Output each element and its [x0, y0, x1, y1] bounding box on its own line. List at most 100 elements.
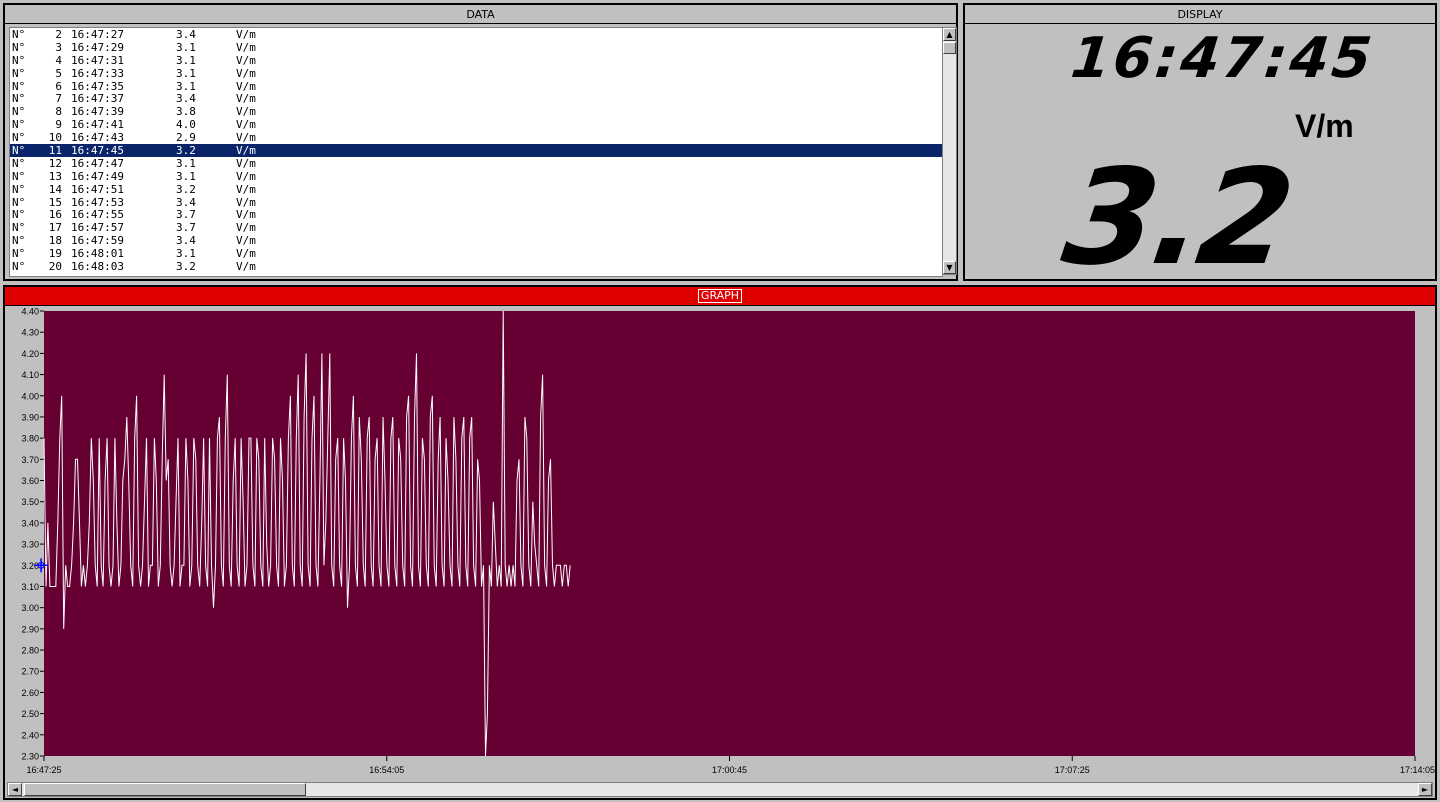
row-value: 3.4 [176, 28, 196, 41]
data-vertical-scrollbar[interactable]: ▲ ▼ [942, 27, 957, 275]
list-item[interactable]: N° 14 16:47:51 3.2 V/m [10, 183, 942, 196]
y-tick-label: 2.30 [21, 752, 39, 762]
row-unit: V/m [236, 208, 256, 222]
row-prefix: N° [12, 40, 26, 54]
row-time: 16:47:33 [71, 66, 124, 80]
x-tick-label: 16:47:25 [26, 765, 61, 775]
list-item[interactable]: N° 6 16:47:35 3.1 V/m [10, 80, 942, 93]
list-item[interactable]: N° 8 16:47:39 3.8 V/m [10, 105, 942, 118]
y-tick-label: 2.90 [21, 624, 39, 634]
row-prefix: N° [12, 28, 26, 41]
list-item[interactable]: N° 20 16:48:03 3.2 V/m [10, 260, 942, 273]
list-item[interactable]: N° 11 16:47:45 3.2 V/m [10, 144, 942, 157]
display-time: 16:47:45 [1068, 26, 1377, 91]
y-tick-label: 2.60 [21, 688, 39, 698]
y-tick-label: 3.30 [21, 540, 39, 550]
scroll-down-icon[interactable]: ▼ [943, 261, 956, 274]
row-time: 16:47:55 [71, 208, 124, 222]
display-value: 3.2 [1055, 142, 1298, 279]
row-index: 20 [48, 260, 62, 274]
row-value: 3.8 [176, 105, 196, 119]
row-index: 7 [55, 92, 62, 106]
display-area: 16:47:45 V/m 3.2 [965, 25, 1435, 295]
row-index: 14 [48, 182, 62, 196]
row-index: 17 [48, 221, 62, 235]
y-tick-label: 4.40 [21, 307, 39, 317]
list-item[interactable]: N° 2 16:47:27 3.4 V/m [10, 28, 942, 41]
y-tick-label: 3.90 [21, 412, 39, 422]
list-item[interactable]: N° 7 16:47:37 3.4 V/m [10, 92, 942, 106]
row-time: 16:48:03 [71, 260, 124, 274]
y-tick-label: 3.80 [21, 434, 39, 444]
scroll-up-icon[interactable]: ▲ [943, 28, 956, 41]
y-axis: 4.40 4.30 4.20 4.10 4.00 3.90 3.80 3.70 3.60 3.50… [21, 307, 44, 762]
row-prefix: N° [12, 66, 26, 80]
scroll-left-icon[interactable]: ◄ [8, 783, 22, 796]
row-value: 3.1 [176, 156, 196, 170]
row-time: 16:48:01 [71, 247, 124, 261]
list-item[interactable]: N° 18 16:47:59 3.4 V/m [10, 234, 942, 247]
row-time: 16:47:29 [71, 40, 124, 54]
row-index: 2 [55, 28, 62, 41]
row-index: 3 [55, 40, 62, 54]
row-unit: V/m [236, 169, 256, 183]
row-prefix: N° [12, 234, 26, 248]
y-tick-label: 3.60 [21, 476, 39, 486]
plot-area [44, 311, 1415, 756]
y-tick-label: 3.50 [21, 497, 39, 507]
display-panel: DISPLAY 16:47:45 V/m 3.2 [963, 3, 1437, 295]
row-prefix: N° [12, 53, 26, 67]
row-prefix: N° [12, 118, 26, 132]
graph-chart[interactable]: 4.40 4.30 4.20 4.10 4.00 3.90 3.80 3.70 3.60 3.50… [5, 306, 1435, 784]
scroll-right-icon[interactable]: ► [1418, 783, 1432, 796]
list-item[interactable]: N° 12 16:47:47 3.1 V/m [10, 157, 942, 170]
list-item[interactable]: N° 5 16:47:33 3.1 V/m [10, 67, 942, 80]
list-item[interactable]: N° 19 16:48:01 3.1 V/m [10, 247, 942, 260]
row-unit: V/m [236, 40, 256, 54]
row-index: 18 [48, 234, 62, 248]
row-prefix: N° [12, 131, 26, 145]
y-tick-label: 2.80 [21, 646, 39, 656]
row-value: 3.4 [176, 234, 196, 248]
row-index: 13 [48, 169, 62, 183]
data-list[interactable]: N° 2 16:47:27 3.4 V/m N° 3 16:47:29 3.1 V/m N° 4 16:… [9, 27, 943, 277]
row-value: 3.1 [176, 53, 196, 67]
scrollbar-thumb[interactable] [24, 783, 306, 796]
list-item[interactable]: N° 15 16:47:53 3.4 V/m [10, 196, 942, 209]
row-index: 19 [48, 247, 62, 261]
row-prefix: N° [12, 79, 26, 93]
graph-horizontal-scrollbar[interactable]: ◄ ► [7, 782, 1433, 797]
row-index: 4 [55, 53, 62, 67]
row-unit: V/m [236, 195, 256, 209]
list-item[interactable]: N° 3 16:47:29 3.1 V/m [10, 41, 942, 54]
row-index: 5 [55, 66, 62, 80]
graph-panel-title: GRAPH [697, 289, 743, 303]
row-value: 3.7 [176, 208, 196, 222]
list-item[interactable]: N° 9 16:47:41 4.0 V/m [10, 118, 942, 131]
display-panel-title: DISPLAY [965, 5, 1435, 24]
row-index: 12 [48, 156, 62, 170]
list-item[interactable]: N° 10 16:47:43 2.9 V/m [10, 131, 942, 144]
y-tick-label: 3.00 [21, 603, 39, 613]
display-unit: V/m [1295, 108, 1354, 144]
list-item[interactable]: N° 4 16:47:31 3.1 V/m [10, 54, 942, 67]
list-item[interactable]: N° 17 16:47:57 3.7 V/m [10, 221, 942, 234]
row-unit: V/m [236, 28, 256, 41]
list-item[interactable]: N° 13 16:47:49 3.1 V/m [10, 170, 942, 183]
y-tick-label: 4.20 [21, 349, 39, 359]
scrollbar-thumb[interactable] [943, 42, 956, 54]
y-tick-label: 2.70 [21, 667, 39, 677]
y-tick-label: 2.40 [21, 730, 39, 740]
row-index: 10 [48, 131, 62, 145]
row-time: 16:47:57 [71, 221, 124, 235]
row-time: 16:47:51 [71, 182, 124, 196]
row-prefix: N° [12, 169, 26, 183]
row-value: 3.4 [176, 195, 196, 209]
y-tick-label: 2.50 [21, 709, 39, 719]
row-index: 8 [55, 105, 62, 119]
row-unit: V/m [236, 79, 256, 93]
row-unit: V/m [236, 66, 256, 80]
list-item[interactable]: N° 16 16:47:55 3.7 V/m [10, 208, 942, 222]
row-value: 4.0 [176, 118, 196, 132]
y-tick-label: 3.10 [21, 582, 39, 592]
